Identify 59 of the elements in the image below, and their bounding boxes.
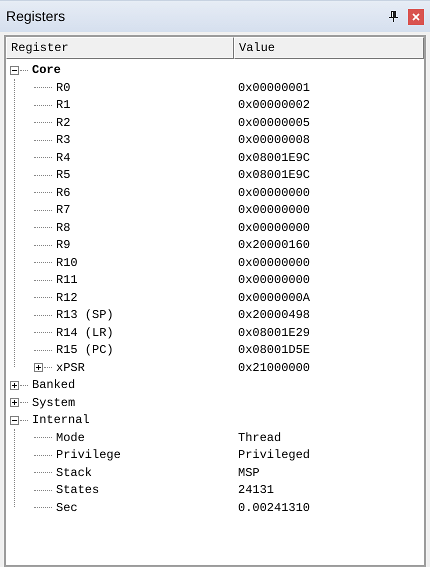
register-value: 0x00000000 <box>238 202 310 219</box>
close-icon <box>412 12 420 20</box>
register-value: 0x21000000 <box>238 360 310 376</box>
register-name: Mode <box>56 430 85 446</box>
register-name: R15 (PC) <box>56 342 114 359</box>
collapse-icon[interactable] <box>10 66 19 74</box>
register-value: 0x00000000 <box>238 254 310 272</box>
register-value: 0x00000008 <box>238 132 310 149</box>
register-value: 0x0000000A <box>238 290 310 306</box>
register-value: Thread <box>238 430 282 446</box>
collapse-icon[interactable] <box>10 416 19 424</box>
register-value: 0x20000160 <box>238 237 310 254</box>
register-name: Privilege <box>56 447 121 464</box>
register-value: MSP <box>238 464 260 482</box>
register-value: 0x00000000 <box>238 184 310 202</box>
register-name: R2 <box>56 114 70 132</box>
close-button[interactable] <box>408 8 424 24</box>
register-value: 0x20000498 <box>238 307 310 324</box>
register-name: R10 <box>56 254 78 272</box>
register-value: 0x00000001 <box>238 80 310 96</box>
register-name: Sec <box>56 500 78 516</box>
register-value: Privileged <box>238 447 310 464</box>
register-name: R7 <box>56 202 70 219</box>
register-name: R0 <box>56 80 70 96</box>
register-name: States <box>56 482 100 499</box>
column-header[interactable]: Value <box>234 37 424 59</box>
register-name: R11 <box>56 272 78 289</box>
register-name: R12 <box>56 290 78 306</box>
register-value: 0x00000002 <box>238 97 310 114</box>
register-name: R5 <box>56 167 70 184</box>
register-value: 0x00000005 <box>238 114 310 132</box>
register-value: 0.00241310 <box>238 500 310 516</box>
register-name: Internal <box>32 412 90 429</box>
register-name: R3 <box>56 132 70 149</box>
register-name: xPSR <box>56 360 85 376</box>
expand-icon[interactable] <box>10 398 19 407</box>
register-value: 0x08001D5E <box>238 342 310 359</box>
register-name: R13 (SP) <box>56 307 114 324</box>
register-name: R14 (LR) <box>56 324 114 342</box>
expand-icon[interactable] <box>34 363 43 372</box>
register-name: System <box>32 394 76 412</box>
register-value: 0x00000000 <box>238 220 310 236</box>
register-name: Banked <box>32 377 76 394</box>
column-header[interactable]: Register <box>6 37 234 59</box>
register-name: Stack <box>56 464 92 482</box>
register-name: R4 <box>56 150 70 166</box>
register-name: R9 <box>56 237 70 254</box>
register-name: R6 <box>56 184 70 202</box>
register-name: Core <box>32 62 61 79</box>
register-name: R8 <box>56 220 70 236</box>
register-value: 0x08001E29 <box>238 324 310 342</box>
window-title: Registers <box>6 7 66 26</box>
register-value: 0x00000000 <box>238 272 310 289</box>
register-name: R1 <box>56 97 70 114</box>
pin-icon[interactable] <box>389 11 398 22</box>
register-value: 0x08001E9C <box>238 150 310 166</box>
register-value: 0x08001E9C <box>238 167 310 184</box>
register-value: 24131 <box>238 482 274 499</box>
expand-icon[interactable] <box>10 380 19 390</box>
